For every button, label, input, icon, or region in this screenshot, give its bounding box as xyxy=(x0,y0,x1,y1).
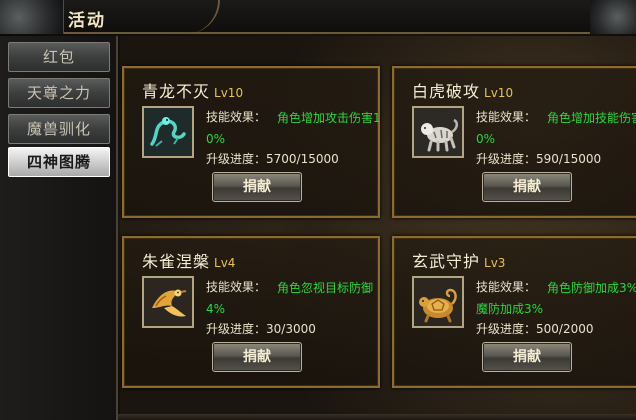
totem-card-black-tortoise: 玄武守护Lv3 技能效果： 角色防御加成3%、魔防加成3% 升级进度：500/2… xyxy=(392,236,636,388)
effect-value: 角色防御加成3%、魔防加成3% xyxy=(476,281,636,316)
black-tortoise-icon xyxy=(412,276,464,328)
totem-panel: 青龙不灭 Lv10 技能效果： 角色增加攻击伤害10% 升级进度：5700/150… xyxy=(120,36,636,420)
progress-row: 升级进度：5700/15000 xyxy=(206,150,339,167)
vermilion-bird-icon xyxy=(142,276,194,328)
donate-button[interactable]: 捐献 xyxy=(212,172,302,202)
white-tiger-icon xyxy=(412,106,464,158)
card-name: 白虎破攻 xyxy=(412,82,481,101)
bottom-frame-edge xyxy=(118,414,636,420)
activity-window: 活动 红包 天尊之力 魔兽驯化 四神图腾 青龙不灭 Lv10 技能效果： 角色增加… xyxy=(0,0,636,420)
card-level: Lv3 xyxy=(484,256,506,270)
progress-row: 升级进度：30/3000 xyxy=(206,320,316,337)
title-bar: 活动 xyxy=(0,0,636,34)
donate-button[interactable]: 捐献 xyxy=(212,342,302,372)
tab-red-packet[interactable]: 红包 xyxy=(8,42,110,72)
card-level: Lv10 xyxy=(484,86,514,100)
progress-value: 590/15000 xyxy=(536,152,602,166)
progress-label: 升级进度： xyxy=(206,322,267,336)
progress-label: 升级进度： xyxy=(206,152,267,166)
totem-card-vermilion-bird: 朱雀涅槃 Lv4 技能效果： 角色忽视目标防御4% 升级进度：30/3000 捐献 xyxy=(122,236,380,388)
tab-beast-taming[interactable]: 魔兽驯化 xyxy=(8,114,110,144)
progress-label: 升级进度： xyxy=(476,322,537,336)
tab-four-gods-totem[interactable]: 四神图腾 xyxy=(8,147,110,177)
donate-button[interactable]: 捐献 xyxy=(482,172,572,202)
dragon-ornament-right-icon xyxy=(590,0,636,34)
progress-value: 30/3000 xyxy=(266,322,316,336)
progress-value: 500/2000 xyxy=(536,322,594,336)
card-name: 玄武守护 xyxy=(412,252,481,271)
card-title: 玄武守护 Lv3 xyxy=(412,248,505,272)
card-name: 青龙不灭 xyxy=(142,82,211,101)
card-title: 白虎破攻 Lv10 xyxy=(412,78,513,102)
card-level: Lv4 xyxy=(214,256,236,270)
title-arc-decoration xyxy=(125,0,220,34)
progress-row: 升级进度：500/2000 xyxy=(476,320,594,337)
progress-row: 升级进度：590/15000 xyxy=(476,150,601,167)
tab-celestial-power[interactable]: 天尊之力 xyxy=(8,78,110,108)
dragon-ornament-icon xyxy=(0,0,64,34)
card-title: 朱雀涅槃 Lv4 xyxy=(142,248,235,272)
effect-value: 角色增加技能伤害10% xyxy=(476,111,636,146)
totem-card-white-tiger: 白虎破攻Lv10 技能效果： 角色增加技能伤害10% 升级进度：590/1500… xyxy=(392,66,636,218)
totem-card-azure-dragon: 青龙不灭 Lv10 技能效果： 角色增加攻击伤害10% 升级进度：5700/150… xyxy=(122,66,381,218)
azure-dragon-icon xyxy=(142,106,194,158)
card-level: Lv10 xyxy=(214,86,244,100)
progress-value: 5700/15000 xyxy=(266,152,339,166)
effect-value: 角色增加攻击伤害10% xyxy=(206,111,381,146)
donate-button[interactable]: 捐献 xyxy=(482,342,572,372)
window-title: 活动 xyxy=(68,11,106,31)
progress-label: 升级进度： xyxy=(476,152,537,166)
card-name: 朱雀涅槃 xyxy=(142,252,211,271)
card-title: 青龙不灭 Lv10 xyxy=(142,78,243,102)
effect-value: 角色忽视目标防御4% xyxy=(206,281,374,316)
sidebar: 红包 天尊之力 魔兽驯化 四神图腾 xyxy=(0,36,118,420)
